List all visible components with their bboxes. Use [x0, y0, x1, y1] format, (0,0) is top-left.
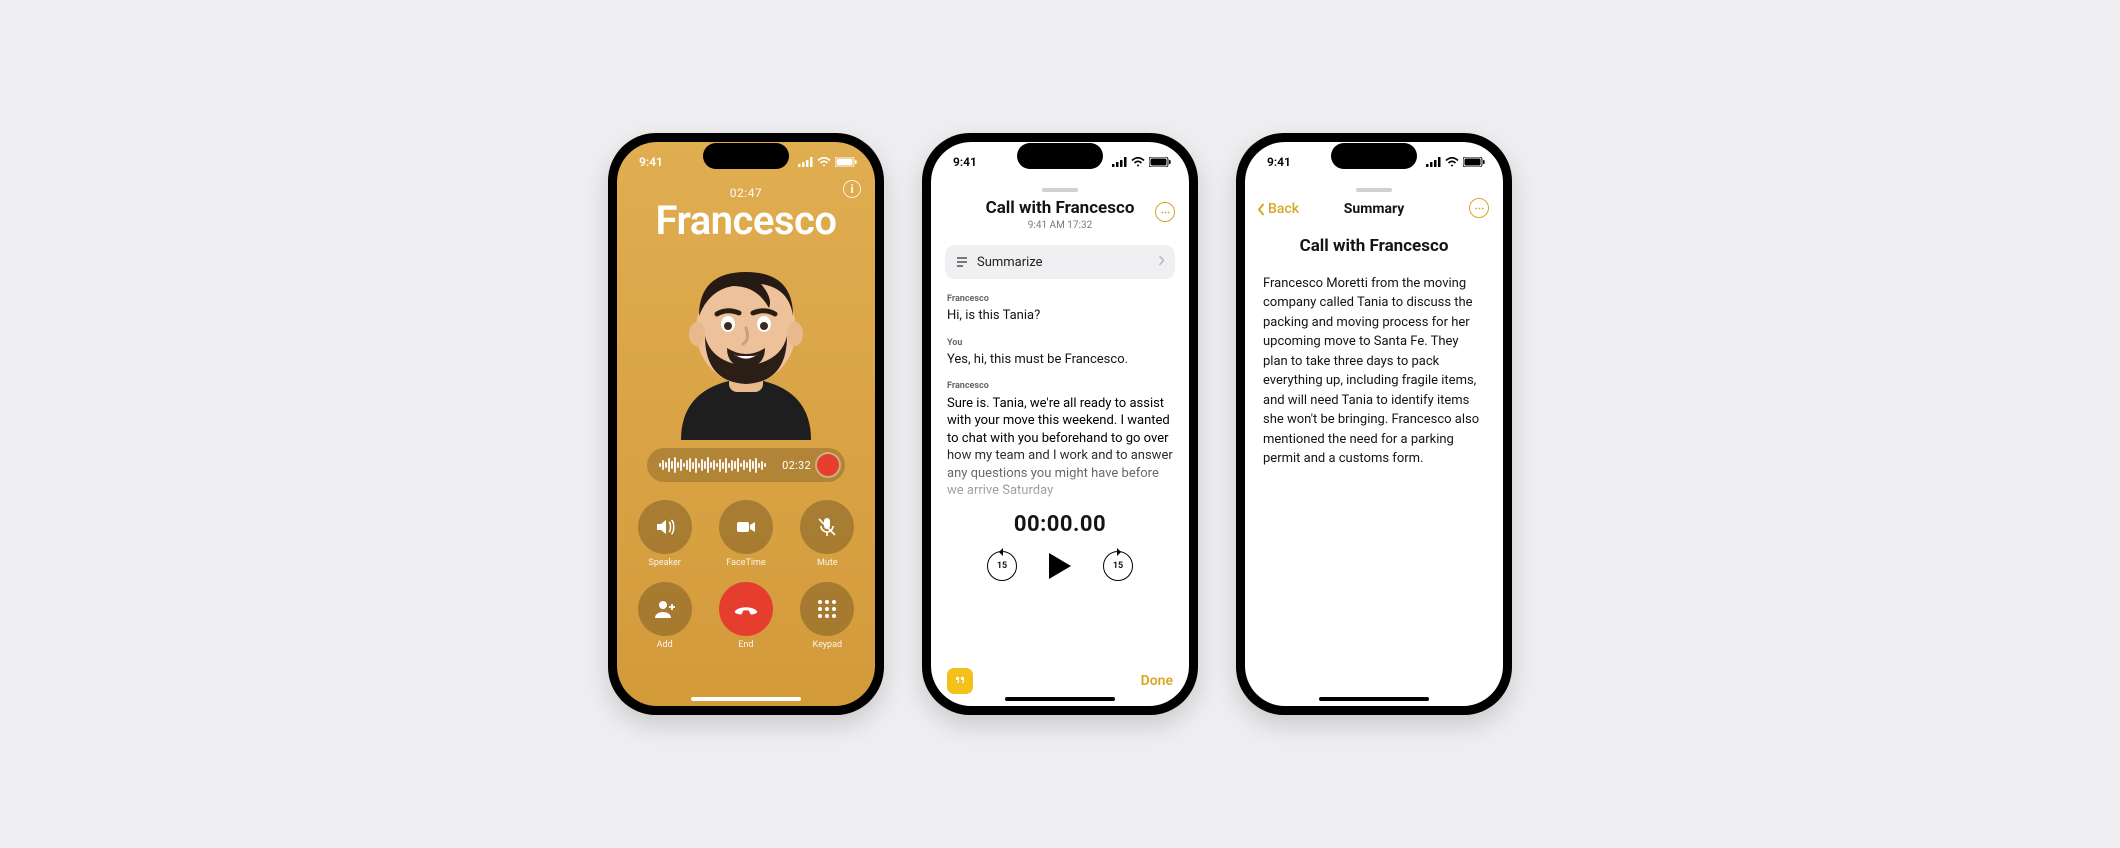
dynamic-island — [1017, 143, 1103, 169]
summarize-label: Summarize — [977, 255, 1043, 270]
play-button[interactable] — [1047, 551, 1073, 581]
add-person-icon — [653, 597, 677, 621]
message-text: Hi, is this Tania? — [947, 307, 1173, 325]
signal-icon — [1426, 157, 1441, 167]
wifi-icon — [817, 157, 831, 167]
record-button[interactable] — [817, 454, 839, 476]
ellipsis-icon — [1160, 207, 1171, 218]
wifi-icon — [1131, 157, 1145, 167]
note-subtitle: 9:41 AM 17:32 — [947, 220, 1173, 231]
message-text: Yes, hi, this must be Francesco. — [947, 351, 1173, 369]
skip-forward-15-button[interactable]: 15 — [1103, 551, 1133, 581]
memoji-avatar — [661, 250, 831, 440]
back-label: Back — [1268, 201, 1299, 217]
signal-icon — [1112, 157, 1127, 167]
status-icons — [798, 157, 857, 167]
hangup-icon — [732, 595, 760, 623]
call-duration: 02:47 — [617, 186, 875, 200]
home-indicator[interactable] — [1005, 697, 1115, 701]
summarize-button[interactable]: Summarize — [945, 245, 1175, 279]
skip-back-15-button[interactable]: 15 — [987, 551, 1017, 581]
end-call-button[interactable]: End — [719, 582, 773, 650]
summary-title: Call with Francesco — [1263, 234, 1485, 260]
phone-transcript: 9:41 Call with Francesco 9:41 AM 17:32 S… — [922, 133, 1198, 715]
note-title: Call with Francesco — [947, 198, 1173, 218]
add-button[interactable]: Add — [638, 582, 692, 650]
keypad-icon — [816, 598, 838, 620]
battery-icon — [1149, 157, 1171, 167]
quote-icon — [953, 674, 967, 688]
screen-title: Summary — [1344, 201, 1405, 217]
ellipsis-icon — [1474, 203, 1485, 214]
end-label: End — [738, 640, 753, 650]
status-time: 9:41 — [953, 155, 977, 169]
transcript-message: You Yes, hi, this must be Francesco. — [947, 337, 1173, 369]
transcript-app-icon[interactable] — [947, 668, 973, 694]
playback-time: 00:00.00 — [931, 512, 1189, 537]
summary-text: Francesco Moretti from the moving compan… — [1263, 274, 1485, 469]
recording-pill: 02:32 — [647, 448, 845, 482]
sheet-grabber[interactable] — [1356, 188, 1392, 192]
facetime-button[interactable]: FaceTime — [719, 500, 773, 568]
keypad-label: Keypad — [813, 640, 843, 650]
chevron-left-icon — [1257, 203, 1265, 216]
speaker-label: Speaker — [648, 558, 680, 568]
dynamic-island — [1331, 143, 1417, 169]
summarize-icon — [955, 255, 969, 269]
speaker-icon — [653, 515, 677, 539]
speaker-button[interactable]: Speaker — [638, 500, 692, 568]
mute-label: Mute — [817, 558, 838, 568]
message-text: Sure is. Tania, we're all ready to assis… — [947, 395, 1173, 500]
waveform-icon — [659, 456, 776, 474]
status-time: 9:41 — [639, 155, 663, 169]
sheet-grabber[interactable] — [1042, 188, 1078, 192]
recording-duration: 02:32 — [782, 459, 811, 472]
signal-icon — [798, 157, 813, 167]
home-indicator[interactable] — [691, 697, 801, 701]
facetime-label: FaceTime — [726, 558, 765, 568]
mute-icon — [815, 515, 839, 539]
battery-icon — [1463, 157, 1485, 167]
home-indicator[interactable] — [1319, 697, 1429, 701]
chevron-right-icon — [1158, 255, 1165, 270]
keypad-button[interactable]: Keypad — [800, 582, 854, 650]
done-button[interactable]: Done — [1141, 673, 1173, 689]
more-menu-button[interactable] — [1155, 202, 1175, 222]
transcript: Francesco Hi, is this Tania? You Yes, hi… — [947, 293, 1173, 500]
battery-icon — [835, 157, 857, 167]
speaker-label: You — [947, 337, 1173, 349]
three-phone-layout: 9:41 i 02:47 Francesco — [588, 83, 1532, 765]
transcript-message: Francesco Hi, is this Tania? — [947, 293, 1173, 325]
mute-button[interactable]: Mute — [800, 500, 854, 568]
transcript-message: Francesco Sure is. Tania, we're all read… — [947, 380, 1173, 499]
caller-name: Francesco — [617, 200, 875, 242]
video-icon — [734, 515, 758, 539]
add-label: Add — [657, 640, 673, 650]
speaker-label: Francesco — [947, 380, 1173, 392]
more-menu-button[interactable] — [1469, 198, 1489, 218]
status-icons — [1426, 157, 1485, 167]
status-time: 9:41 — [1267, 155, 1291, 169]
back-button[interactable]: Back — [1257, 201, 1299, 217]
status-icons — [1112, 157, 1171, 167]
phone-call: 9:41 i 02:47 Francesco — [608, 133, 884, 715]
phone-summary: 9:41 Back Summary Call with F — [1236, 133, 1512, 715]
dynamic-island — [703, 143, 789, 169]
wifi-icon — [1445, 157, 1459, 167]
speaker-label: Francesco — [947, 293, 1173, 305]
